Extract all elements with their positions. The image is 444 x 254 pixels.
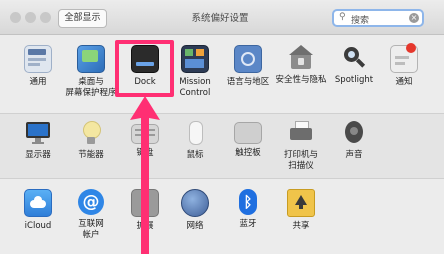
mouse-icon <box>182 120 208 146</box>
pref-icloud[interactable]: iCloud <box>10 189 66 232</box>
show-all-button[interactable]: 全部显示 <box>58 9 107 28</box>
notification-icon <box>390 43 418 73</box>
bluetooth-icon: ᛒ <box>239 189 257 215</box>
pref-bluetooth[interactable]: ᛒ 蓝牙 <box>220 189 276 230</box>
minimize-button[interactable] <box>25 12 36 23</box>
pref-mission-control[interactable]: Mission Control <box>167 45 223 99</box>
sharing-icon <box>287 189 315 217</box>
pref-language-region[interactable]: 语言与地区 <box>220 45 276 88</box>
display-icon <box>25 120 51 146</box>
close-button[interactable] <box>10 12 21 23</box>
pref-spotlight[interactable]: Spotlight <box>326 45 382 86</box>
at-icon: @ <box>78 189 104 215</box>
search-icon: ⚲ <box>339 12 346 22</box>
mission-control-icon <box>181 45 209 73</box>
search-field[interactable]: ⚲ 搜索 × <box>332 9 424 27</box>
pref-general[interactable]: 通用 <box>10 45 66 88</box>
icloud-icon <box>24 189 52 217</box>
pref-security-privacy[interactable]: 安全性与隐私 <box>273 45 329 86</box>
pref-energy-saver[interactable]: 节能器 <box>63 120 119 161</box>
window-title: 系统偏好设置 <box>191 13 249 24</box>
system-preferences-window: 全部显示 系统偏好设置 ⚲ 搜索 × 通用 桌面与 屏幕保护程序 Dock Mi… <box>0 0 444 254</box>
printer-icon <box>288 120 314 146</box>
search-placeholder: 搜索 <box>351 16 370 26</box>
personal-section: 通用 桌面与 屏幕保护程序 Dock Mission Control 语言与地区… <box>0 35 444 112</box>
pref-internet-accounts[interactable]: @ 互联网 帐户 <box>63 189 119 241</box>
pointer-arrow-icon <box>130 96 160 254</box>
spotlight-icon <box>341 45 367 71</box>
pref-notifications[interactable]: 通知 <box>376 43 432 88</box>
pref-network[interactable]: 网络 <box>167 189 223 232</box>
hardware-section: 显示器 节能器 键盘 鼠标 触控板 <box>0 113 444 178</box>
house-lock-icon <box>288 45 314 71</box>
trackpad-icon <box>234 122 262 144</box>
pref-displays[interactable]: 显示器 <box>10 120 66 161</box>
pref-trackpad[interactable]: 触控板 <box>220 120 276 159</box>
clear-search-icon[interactable]: × <box>409 13 419 23</box>
desktop-icon <box>77 45 105 73</box>
pref-sound[interactable]: 声音 <box>326 120 382 161</box>
internet-section: iCloud @ 互联网 帐户 扩展 网络 ᛒ 蓝牙 共享 <box>0 178 444 254</box>
pref-printers-scanners[interactable]: 打印机与 扫描仪 <box>273 120 329 172</box>
speaker-icon <box>341 120 367 146</box>
pref-mouse[interactable]: 鼠标 <box>167 120 223 161</box>
globe-flag-icon <box>234 45 262 73</box>
pref-sharing[interactable]: 共享 <box>273 189 329 232</box>
title-bar: 全部显示 系统偏好设置 ⚲ 搜索 × <box>0 0 444 35</box>
dock-highlight-box <box>115 40 174 97</box>
bulb-icon <box>78 120 104 146</box>
general-icon <box>24 45 52 73</box>
network-icon <box>181 189 209 217</box>
zoom-button[interactable] <box>40 12 51 23</box>
pref-desktop[interactable]: 桌面与 屏幕保护程序 <box>63 45 119 99</box>
